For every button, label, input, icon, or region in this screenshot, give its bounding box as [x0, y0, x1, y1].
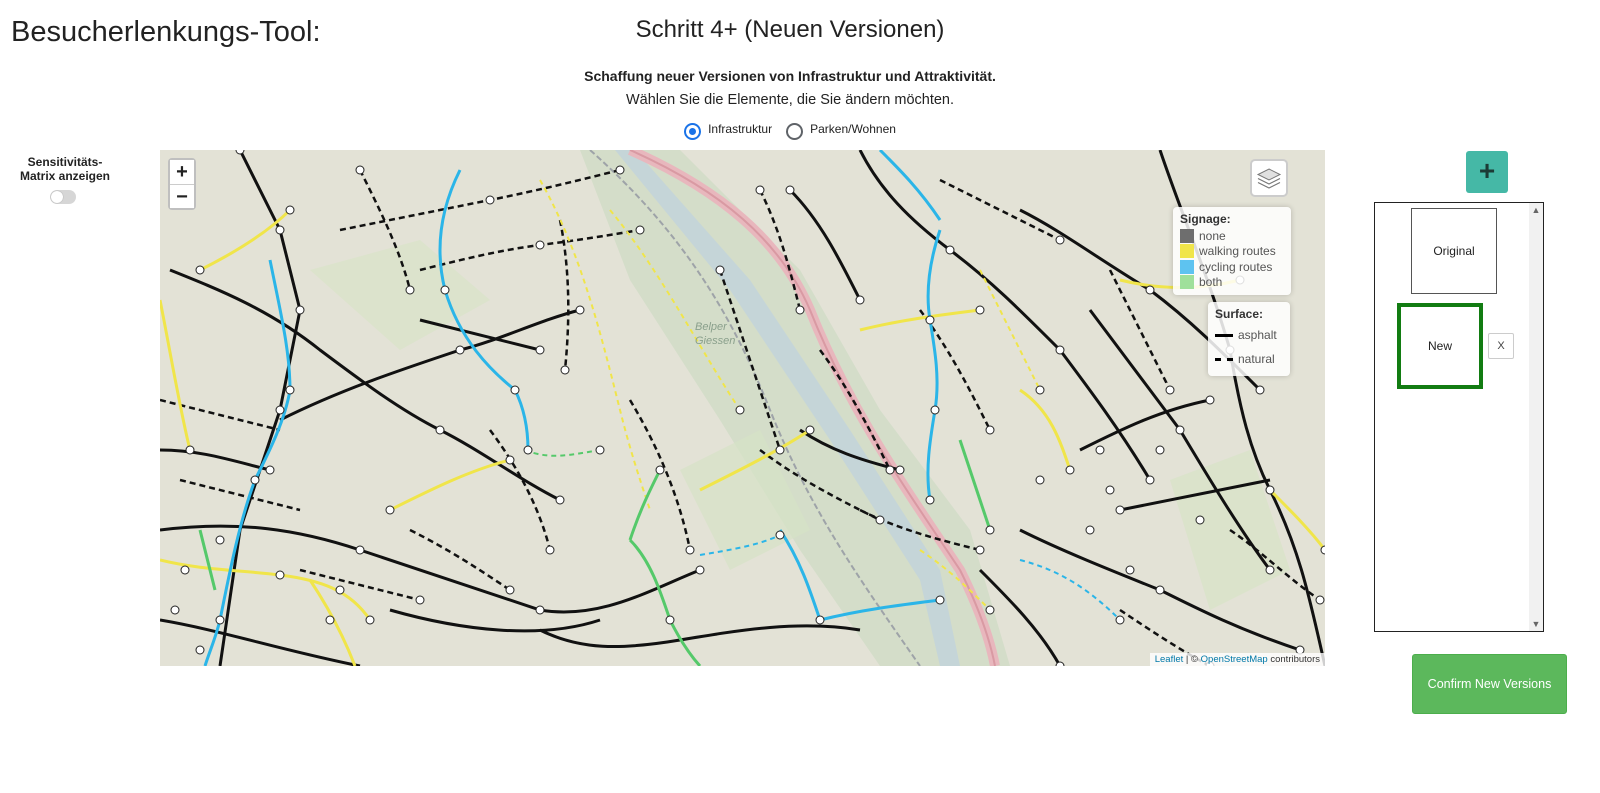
version-card-new[interactable]: New [1397, 303, 1483, 389]
confirm-new-versions-button[interactable]: Confirm New Versions [1412, 654, 1567, 714]
radio-infrastruktur-label: Infrastruktur [708, 121, 773, 136]
legend-row-walking: walking routes [1180, 244, 1284, 260]
radio-parken-wohnen[interactable] [786, 123, 804, 140]
legend-row-cycling: cycling routes [1180, 259, 1284, 275]
step-title: Schritt 4+ (Neuen Versionen) [635, 16, 945, 43]
step-instructions: Wählen Sie die Elemente, die Sie ändern … [625, 92, 955, 108]
layers-icon [1256, 168, 1282, 189]
zoom-out-button[interactable]: − [170, 184, 194, 208]
radio-parken-wohnen-label: Parken/Wohnen [810, 121, 896, 136]
legend-swatch-cycling [1180, 259, 1194, 274]
signage-legend-title: Signage: [1180, 212, 1231, 226]
surface-legend-title: Surface: [1215, 307, 1264, 321]
legend-label-natural: natural [1238, 352, 1275, 366]
radio-option-parken-wohnen[interactable]: Parken/Wohnen [786, 120, 896, 140]
scroll-down-icon[interactable]: ▼ [1529, 617, 1543, 631]
mode-radio-group: Infrastruktur Parken/Wohnen [0, 120, 1580, 140]
toggle-knob [51, 191, 63, 203]
zoom-in-button[interactable]: + [170, 160, 194, 184]
legend-label-walking: walking routes [1199, 244, 1276, 259]
radio-infrastruktur[interactable] [684, 123, 702, 140]
map-place-label-1: Belper [695, 321, 728, 333]
legend-row-both: both [1180, 275, 1284, 291]
attribution-separator: | © [1183, 654, 1201, 665]
legend-line-dashed [1215, 357, 1233, 361]
legend-swatch-both [1180, 275, 1194, 290]
attribution-contributors: contributors [1267, 654, 1320, 665]
osm-link[interactable]: OpenStreetMap [1201, 654, 1268, 665]
leaflet-link[interactable]: Leaflet [1155, 654, 1184, 665]
legend-row-none: none [1180, 228, 1284, 244]
legend-label-asphalt: asphalt [1238, 328, 1277, 342]
app-root: Besucherlenkungs-Tool: Schritt 4+ (Neuen… [0, 0, 1600, 793]
sensitivity-matrix-label: Sensitivitäts-Matrix anzeigen [19, 155, 111, 183]
map-road-network: Belper Giessen [160, 150, 1325, 666]
sensitivity-matrix-toggle[interactable] [50, 190, 76, 204]
map-attribution: Leaflet | © OpenStreetMap contributors [1149, 653, 1325, 666]
step-subtitle: Schaffung neuer Versionen von Infrastruk… [584, 68, 996, 84]
legend-label-both: both [1199, 275, 1223, 290]
map-place-label-2: Giessen [695, 335, 735, 347]
add-version-button[interactable]: + [1466, 151, 1508, 193]
legend-swatch-none [1180, 228, 1194, 243]
version-card-original[interactable]: Original [1411, 208, 1497, 294]
versions-scrollbar[interactable]: ▲ ▼ [1529, 203, 1543, 631]
legend-line-solid [1215, 333, 1233, 337]
surface-legend: Surface: asphalt natural [1208, 302, 1290, 376]
radio-option-infrastruktur[interactable]: Infrastruktur [684, 120, 773, 140]
legend-row-natural: natural [1215, 347, 1283, 371]
legend-swatch-walking [1180, 244, 1194, 259]
remove-version-button[interactable]: X [1488, 333, 1514, 359]
versions-list: Original New X ▲ ▼ [1374, 202, 1544, 632]
legend-label-cycling: cycling routes [1199, 259, 1273, 274]
scroll-up-icon[interactable]: ▲ [1529, 203, 1543, 217]
legend-row-asphalt: asphalt [1215, 323, 1283, 347]
signage-legend: Signage: none walking routes cycling rou… [1173, 207, 1291, 295]
layers-button[interactable] [1250, 159, 1288, 197]
legend-label-none: none [1199, 228, 1226, 243]
route-map[interactable]: Belper Giessen + − Signage: none walking… [160, 150, 1325, 666]
zoom-control: + − [168, 158, 196, 210]
